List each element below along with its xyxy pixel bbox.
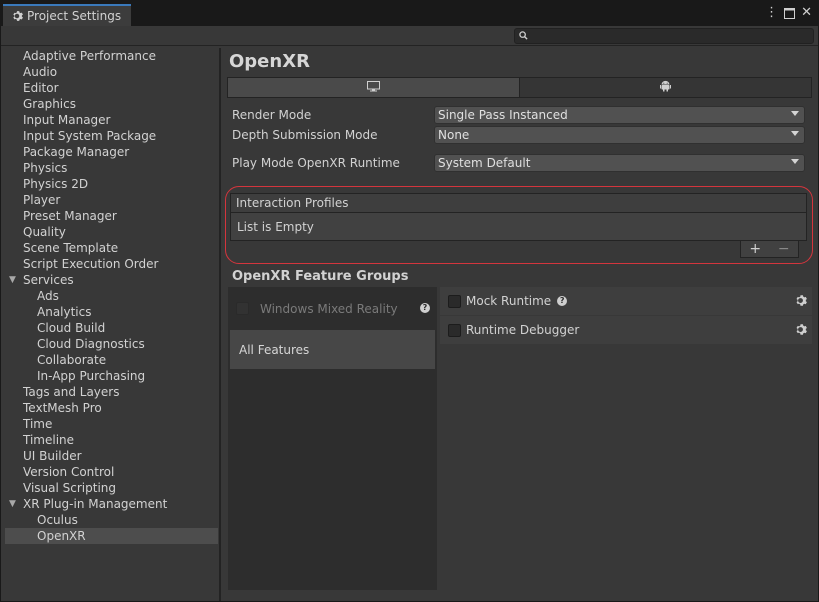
search-input[interactable] xyxy=(532,29,802,43)
features-list: Mock Runtime ? Runtime Debugger xyxy=(440,287,812,347)
sidebar-item-quality[interactable]: Quality xyxy=(5,224,218,240)
render-mode-row: Render Mode Single Pass Instanced xyxy=(232,106,807,124)
close-icon[interactable]: ✕ xyxy=(801,6,812,20)
kebab-menu-icon[interactable]: ⋮ xyxy=(765,6,778,20)
sidebar-item-services[interactable]: ▼ Services xyxy=(5,272,218,288)
sidebar-item-timeline[interactable]: Timeline xyxy=(5,432,218,448)
sidebar-item-preset-manager[interactable]: Preset Manager xyxy=(5,208,218,224)
feature-checkbox[interactable] xyxy=(448,323,461,337)
sidebar-item-label: XR Plug-in Management xyxy=(23,497,168,511)
dropdown-arrow-icon xyxy=(791,131,799,136)
panel-splitter[interactable] xyxy=(219,48,221,601)
tab-standalone[interactable] xyxy=(228,78,519,97)
sidebar-item-graphics[interactable]: Graphics xyxy=(5,96,218,112)
window-tab-title: Project Settings xyxy=(27,9,122,23)
sidebar-item-cloud-build[interactable]: Cloud Build xyxy=(5,320,218,336)
gear-icon[interactable] xyxy=(794,323,807,336)
group-label: All Features xyxy=(239,342,310,357)
sidebar-item-physics[interactable]: Physics xyxy=(5,160,218,176)
sidebar-item-physics-2d[interactable]: Physics 2D xyxy=(5,176,218,192)
render-mode-label: Render Mode xyxy=(232,108,312,122)
depth-submission-dropdown[interactable]: None xyxy=(434,126,805,144)
title-bar: Project Settings ⋮ ✕ xyxy=(1,1,818,26)
group-label: Windows Mixed Reality xyxy=(260,301,398,316)
sidebar-item-collaborate[interactable]: Collaborate xyxy=(5,352,218,368)
window-tab[interactable]: Project Settings xyxy=(3,4,131,26)
sidebar-item-textmesh-pro[interactable]: TextMesh Pro xyxy=(5,400,218,416)
sidebar-item-visual-scripting[interactable]: Visual Scripting xyxy=(5,480,218,496)
gear-icon[interactable] xyxy=(794,294,807,307)
sidebar-item-xr-plugin-management[interactable]: ▼ XR Plug-in Management xyxy=(5,496,218,512)
feature-groups-list: Windows Mixed Reality ? All Features xyxy=(228,287,437,590)
sidebar-item-ads[interactable]: Ads xyxy=(5,288,218,304)
depth-submission-row: Depth Submission Mode None xyxy=(232,126,807,144)
help-icon[interactable]: ? xyxy=(557,296,568,306)
play-mode-runtime-value: System Default xyxy=(438,156,531,170)
interaction-profiles-footer: + − xyxy=(740,241,799,258)
sidebar-item-editor[interactable]: Editor xyxy=(5,80,218,96)
sidebar-item-player[interactable]: Player xyxy=(5,192,218,208)
add-profile-button[interactable]: + xyxy=(749,242,761,256)
depth-submission-label: Depth Submission Mode xyxy=(232,128,378,142)
feature-mock-runtime: Mock Runtime ? xyxy=(440,287,812,315)
render-mode-dropdown[interactable]: Single Pass Instanced xyxy=(434,106,805,124)
remove-profile-button[interactable]: − xyxy=(778,242,790,256)
desktop-monitor-icon xyxy=(367,80,380,95)
feature-runtime-debugger: Runtime Debugger xyxy=(440,316,812,344)
sidebar-item-input-system-package[interactable]: Input System Package xyxy=(5,128,218,144)
sidebar-item-oculus[interactable]: Oculus xyxy=(5,512,218,528)
play-mode-runtime-dropdown[interactable]: System Default xyxy=(434,154,805,172)
window-controls: ⋮ ✕ xyxy=(765,6,812,20)
sidebar-item-tags-and-layers[interactable]: Tags and Layers xyxy=(5,384,218,400)
feature-label: Mock Runtime xyxy=(466,294,552,308)
settings-sidebar: Adaptive Performance Audio Editor Graphi… xyxy=(5,48,218,601)
group-checkbox[interactable] xyxy=(236,302,249,315)
feature-groups-title: OpenXR Feature Groups xyxy=(232,269,409,284)
android-icon xyxy=(660,80,671,95)
foldout-expanded-icon[interactable]: ▼ xyxy=(9,272,16,288)
sidebar-item-audio[interactable]: Audio xyxy=(5,64,218,80)
search-icon xyxy=(519,29,528,43)
sidebar-item-analytics[interactable]: Analytics xyxy=(5,304,218,320)
settings-gear-icon xyxy=(11,10,23,22)
sidebar-item-input-manager[interactable]: Input Manager xyxy=(5,112,218,128)
group-windows-mixed-reality[interactable]: Windows Mixed Reality ? xyxy=(230,289,435,328)
foldout-expanded-icon[interactable]: ▼ xyxy=(9,496,16,512)
search-box[interactable] xyxy=(514,28,814,44)
settings-main-panel: OpenXR Render Mode Single Pass Instanced… xyxy=(222,48,818,601)
sidebar-item-openxr[interactable]: OpenXR xyxy=(5,528,218,544)
play-mode-runtime-label: Play Mode OpenXR Runtime xyxy=(232,156,400,170)
dropdown-arrow-icon xyxy=(791,111,799,116)
depth-submission-value: None xyxy=(438,128,470,142)
play-mode-runtime-row: Play Mode OpenXR Runtime System Default xyxy=(232,154,807,172)
sidebar-item-time[interactable]: Time xyxy=(5,416,218,432)
sidebar-item-cloud-diagnostics[interactable]: Cloud Diagnostics xyxy=(5,336,218,352)
project-settings-window: Project Settings ⋮ ✕ Adaptive Performanc… xyxy=(0,0,819,602)
sidebar-item-adaptive-performance[interactable]: Adaptive Performance xyxy=(5,48,218,64)
sidebar-item-scene-template[interactable]: Scene Template xyxy=(5,240,218,256)
feature-checkbox[interactable] xyxy=(448,294,461,308)
feature-label: Runtime Debugger xyxy=(466,323,580,337)
help-icon[interactable]: ? xyxy=(420,303,430,313)
interaction-profiles-list: List is Empty xyxy=(230,213,807,241)
sidebar-item-version-control[interactable]: Version Control xyxy=(5,464,218,480)
sidebar-item-in-app-purchasing[interactable]: In-App Purchasing xyxy=(5,368,218,384)
sidebar-item-script-execution-order[interactable]: Script Execution Order xyxy=(5,256,218,272)
sidebar-item-ui-builder[interactable]: UI Builder xyxy=(5,448,218,464)
tab-android[interactable] xyxy=(519,78,811,97)
platform-tabs xyxy=(227,77,812,98)
page-title: OpenXR xyxy=(229,51,310,72)
group-all-features[interactable]: All Features xyxy=(230,330,435,369)
maximize-icon[interactable] xyxy=(784,7,796,19)
dropdown-arrow-icon xyxy=(791,159,799,164)
toolbar xyxy=(1,26,818,46)
render-mode-value: Single Pass Instanced xyxy=(438,108,568,122)
interaction-profiles-header: Interaction Profiles xyxy=(230,193,807,213)
sidebar-item-label: Services xyxy=(23,273,74,287)
sidebar-item-package-manager[interactable]: Package Manager xyxy=(5,144,218,160)
